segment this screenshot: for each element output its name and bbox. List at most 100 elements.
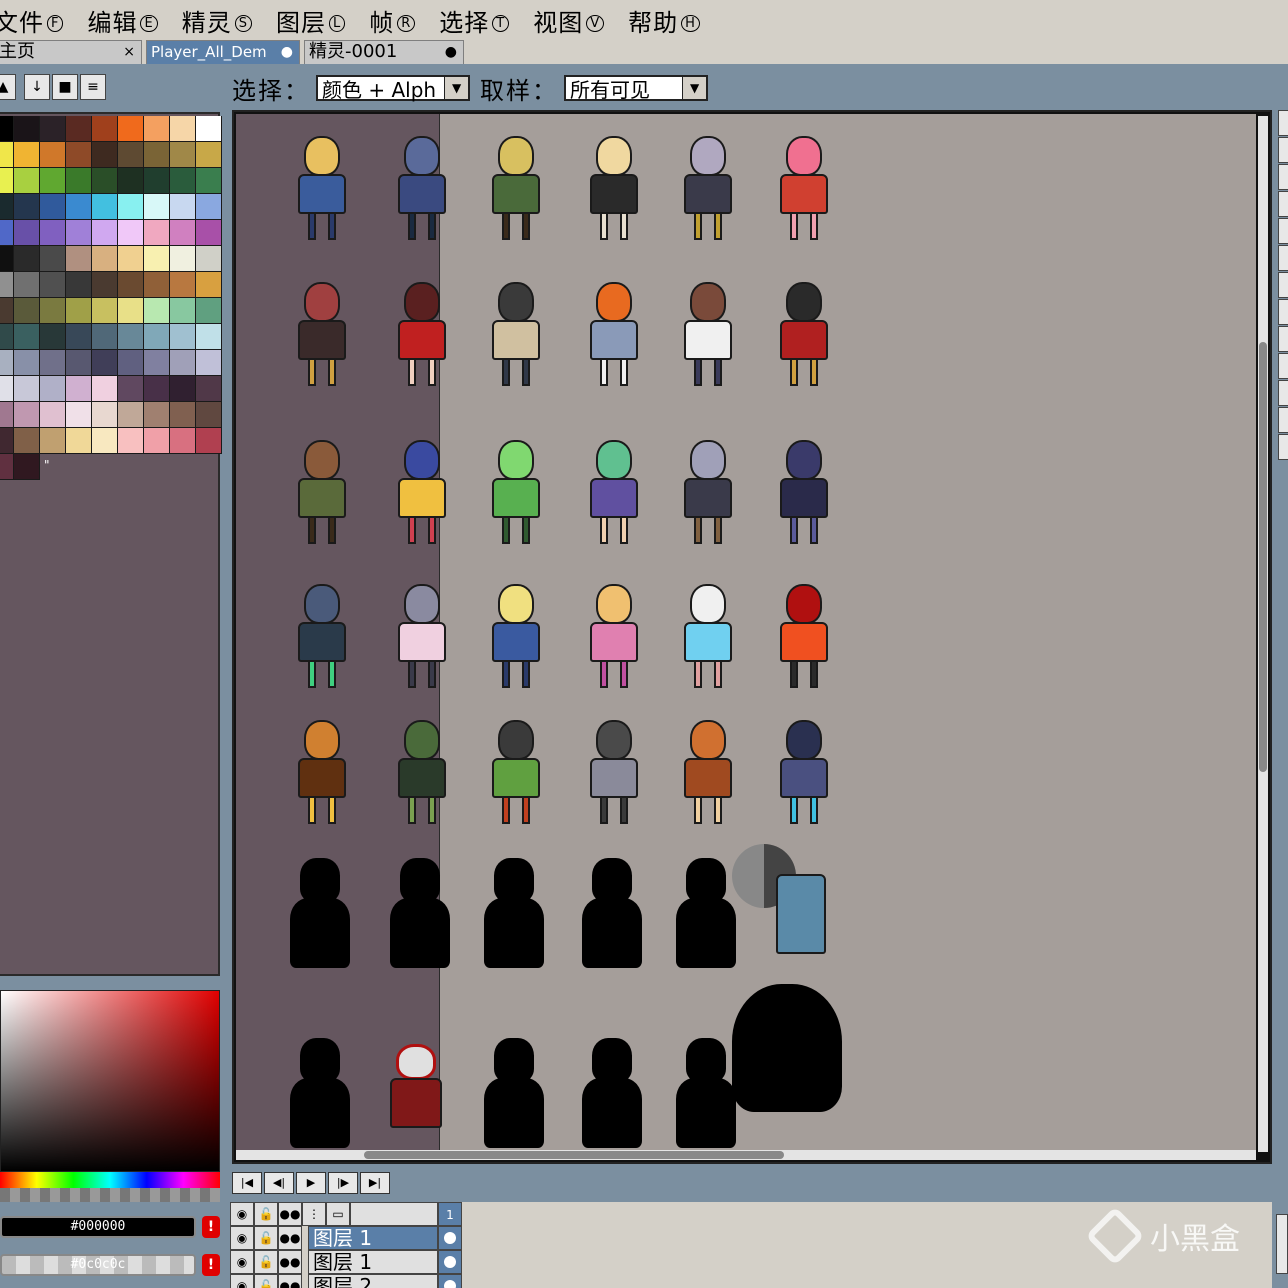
next-frame-icon[interactable]: |▶ <box>328 1172 358 1194</box>
palette-swatch[interactable] <box>196 194 222 220</box>
palette-swatch[interactable] <box>118 194 144 220</box>
palette-swatch[interactable] <box>0 116 14 142</box>
scroll-thumb[interactable] <box>1259 342 1267 772</box>
first-frame-icon[interactable]: |◀ <box>232 1172 262 1194</box>
palette-swatch[interactable] <box>66 402 92 428</box>
menu-item[interactable]: 文件 F <box>0 3 64 38</box>
menu-item[interactable]: 帧R <box>369 3 416 38</box>
palette-swatch[interactable] <box>40 246 66 272</box>
alpha-slider[interactable] <box>0 1188 220 1202</box>
layer-options-button[interactable] <box>1276 1214 1288 1274</box>
palette-swatch[interactable] <box>66 142 92 168</box>
palette-swatch[interactable] <box>144 246 170 272</box>
palette-swatch[interactable] <box>196 376 222 402</box>
palette-swatch[interactable] <box>144 350 170 376</box>
sprite-silhouette[interactable] <box>732 984 842 1112</box>
modified-dot-icon[interactable]: ● <box>281 41 293 63</box>
eye-icon[interactable]: ◉ <box>230 1226 254 1250</box>
layer-name[interactable]: 图层 1 <box>308 1250 438 1274</box>
palette-swatch[interactable] <box>196 402 222 428</box>
lock-icon[interactable]: 🔓 <box>254 1202 278 1226</box>
menu-item[interactable]: 图层 L <box>276 3 346 38</box>
tool-button[interactable] <box>1278 137 1288 163</box>
tab-home[interactable]: 主页 × <box>0 40 142 64</box>
palette-swatch[interactable] <box>40 350 66 376</box>
link-icon[interactable]: ●● <box>278 1202 302 1226</box>
palette-swatch[interactable] <box>14 376 40 402</box>
foreground-color-field[interactable]: #000000 <box>0 1216 196 1238</box>
chevron-down-icon[interactable]: ▼ <box>444 77 468 99</box>
tool-button[interactable] <box>1278 434 1288 460</box>
sort-down-icon[interactable]: ↓ <box>24 74 50 100</box>
layer-row[interactable]: ◉ 🔓 ●● 图层 1 <box>230 1226 466 1250</box>
tab-sprite-0001[interactable]: 精灵-0001 ● <box>304 40 464 64</box>
tool-button[interactable] <box>1278 218 1288 244</box>
layer-row[interactable]: ◉ 🔓 ●● 图层 2 <box>230 1274 466 1288</box>
palette-swatch[interactable] <box>66 116 92 142</box>
palette-swatch[interactable] <box>40 428 66 454</box>
palette-swatch[interactable] <box>144 376 170 402</box>
palette-swatch[interactable] <box>14 350 40 376</box>
eye-icon[interactable]: ◉ <box>230 1250 254 1274</box>
palette-swatch[interactable] <box>92 324 118 350</box>
layer-type-icon[interactable]: ▭ <box>326 1202 350 1226</box>
lock-icon[interactable]: 🔓 <box>254 1274 278 1288</box>
menu-item[interactable]: 精灵 S <box>182 3 252 38</box>
palette-swatch[interactable] <box>196 116 222 142</box>
tool-button[interactable] <box>1278 245 1288 271</box>
palette-swatch[interactable] <box>118 168 144 194</box>
palette-swatch[interactable] <box>0 168 14 194</box>
menu-item[interactable]: 编辑 E <box>87 3 158 38</box>
palette-swatch[interactable] <box>118 350 144 376</box>
palette-swatch[interactable] <box>14 298 40 324</box>
palette-swatch[interactable] <box>66 324 92 350</box>
palette-swatch[interactable] <box>196 246 222 272</box>
palette-swatch[interactable] <box>14 272 40 298</box>
color-picker-field[interactable] <box>0 990 220 1172</box>
tab-player-all-dem[interactable]: Player_All_Dem ● <box>146 40 300 64</box>
warning-icon[interactable]: ! <box>202 1254 220 1276</box>
background-color-field[interactable]: #0c0c0c <box>0 1254 196 1276</box>
layer-row[interactable]: ◉ 🔓 ●● 图层 1 <box>230 1250 466 1274</box>
menu-item[interactable]: 帮助 H <box>628 3 700 38</box>
palette-swatch[interactable] <box>66 298 92 324</box>
frame-cel[interactable] <box>438 1274 462 1288</box>
palette-swatch[interactable] <box>92 350 118 376</box>
palette-swatch[interactable] <box>14 142 40 168</box>
link-icon[interactable]: ●● <box>278 1250 302 1274</box>
palette-swatch[interactable] <box>170 324 196 350</box>
play-icon[interactable]: ▶ <box>296 1172 326 1194</box>
layer-tree-icon[interactable]: ⋮ <box>302 1202 326 1226</box>
palette-swatch[interactable] <box>40 324 66 350</box>
palette-swatch[interactable] <box>118 220 144 246</box>
palette-swatch[interactable] <box>40 116 66 142</box>
palette-swatch[interactable] <box>118 402 144 428</box>
palette-swatch[interactable] <box>40 142 66 168</box>
prev-frame-icon[interactable]: ◀| <box>264 1172 294 1194</box>
palette-swatch[interactable] <box>144 116 170 142</box>
frame-number[interactable]: 1 <box>438 1202 462 1226</box>
palette-swatch[interactable] <box>66 376 92 402</box>
palette-swatch[interactable] <box>40 220 66 246</box>
palette-swatch[interactable] <box>144 402 170 428</box>
palette-swatch[interactable] <box>196 428 222 454</box>
palette-swatch[interactable] <box>92 402 118 428</box>
menu-item[interactable]: 视图 V <box>533 3 605 38</box>
palette-swatch[interactable] <box>40 168 66 194</box>
palette-swatch[interactable] <box>118 376 144 402</box>
palette-swatch[interactable] <box>92 168 118 194</box>
palette-swatch[interactable] <box>92 272 118 298</box>
palette-swatch[interactable] <box>170 116 196 142</box>
palette-swatch[interactable] <box>14 194 40 220</box>
menu-item[interactable]: 选择 T <box>439 3 510 38</box>
select-mode-dropdown[interactable]: 颜色 + Alph ▼ <box>316 75 470 102</box>
palette-swatch[interactable] <box>196 168 222 194</box>
hue-slider[interactable] <box>0 1172 220 1188</box>
palette-swatch[interactable] <box>0 428 14 454</box>
palette-swatch[interactable] <box>118 298 144 324</box>
palette-swatch[interactable] <box>144 298 170 324</box>
palette-swatch[interactable] <box>144 194 170 220</box>
palette-swatch[interactable] <box>170 428 196 454</box>
frame-cel[interactable] <box>438 1226 462 1250</box>
palette-swatch[interactable] <box>196 142 222 168</box>
